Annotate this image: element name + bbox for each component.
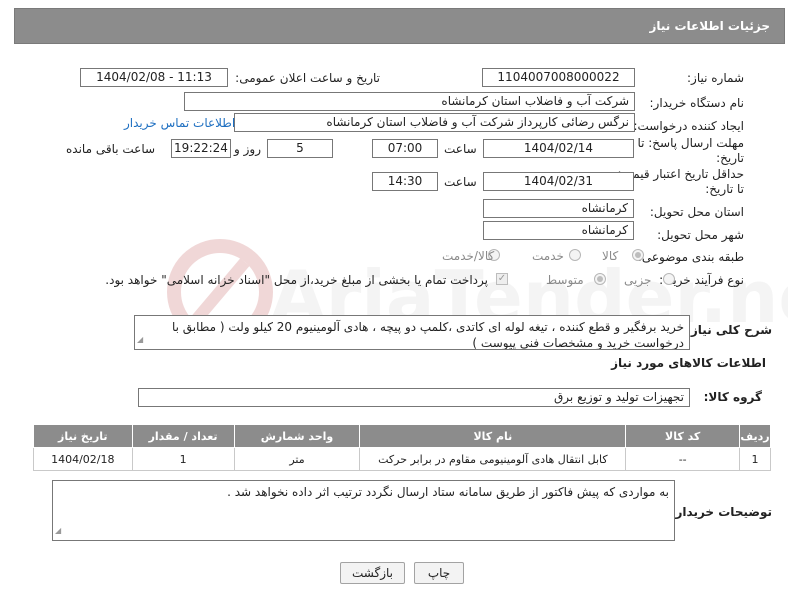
category-option-goods: کالا [602, 249, 619, 263]
cell-date: 1404/02/18 [33, 447, 133, 471]
goods-table: ردیف کد کالا نام کالا واحد شمارش تعداد /… [33, 424, 771, 471]
buyer-org-label: نام دستگاه خریدار: [649, 96, 745, 110]
process-radio-minor[interactable] [663, 273, 675, 285]
page-header: جزئیات اطلاعات نیاز [14, 8, 785, 44]
col-row-header: ردیف [739, 424, 771, 448]
buyer-contact-link[interactable]: اطلاعات تماس خریدار [124, 116, 235, 130]
province-field: کرمانشاه [483, 199, 634, 218]
province-label: استان محل تحویل: [649, 205, 744, 219]
need-number-field: 1104007008000022 [482, 68, 635, 87]
creator-field: نرگس رضائی کارپرداز شرکت آب و فاضلاب است… [234, 113, 635, 132]
remaining-time-field: 19:22:24 [171, 139, 231, 158]
category-radio-goods[interactable] [632, 249, 644, 261]
price-time-label: ساعت [444, 175, 477, 189]
category-radio-service[interactable] [569, 249, 581, 261]
deadline-date-field: 1404/02/14 [483, 139, 634, 158]
resize-grip-icon[interactable]: ◢ [55, 523, 61, 539]
need-number-label: شماره نیاز: [687, 71, 744, 85]
table-header-row: ردیف کد کالا نام کالا واحد شمارش تعداد /… [33, 424, 771, 448]
table-row[interactable]: 1 -- کابل انتقال هادی آلومینیومی مقاوم د… [33, 447, 771, 471]
cell-name: کابل انتقال هادی آلومینیومی مقاوم در برا… [359, 447, 627, 471]
col-qty-header: تعداد / مقدار [131, 424, 235, 448]
remaining-label: ساعت باقی مانده [66, 142, 156, 156]
col-code-header: کد کالا [625, 424, 741, 448]
announce-label: تاریخ و ساعت اعلان عمومی: [235, 71, 380, 85]
buyer-notes-label: توضیحات خریدار: [670, 505, 772, 519]
treasury-checkbox[interactable]: ✓ [496, 273, 508, 285]
announce-field: 1404/02/08 - 11:13 [80, 68, 228, 87]
print-button[interactable]: چاپ [414, 562, 464, 584]
buyer-org-field: شرکت آب و فاضلاب استان کرمانشاه [184, 92, 635, 111]
category-label: طبقه بندی موضوعی: [637, 250, 744, 264]
buyer-notes-text: به مواردی که پیش فاکتور از طریق سامانه س… [227, 485, 669, 499]
deadline-label: مهلت ارسال پاسخ: تا [637, 136, 744, 150]
payment-note: پرداخت تمام یا بخشی از مبلغ خرید،از محل … [105, 273, 488, 287]
description-label: شرح کلی نیاز: [686, 323, 772, 337]
days-label: روز و [234, 142, 261, 156]
goods-info-heading: اطلاعات کالاهای مورد نیاز [611, 356, 766, 370]
city-label: شهر محل تحویل: [657, 228, 744, 242]
process-option-medium: متوسط [546, 273, 584, 287]
col-unit-header: واحد شمارش [233, 424, 361, 448]
price-time-field: 14:30 [372, 172, 438, 191]
description-textarea[interactable]: خرید برفگیر و قطع کننده ، تیغه لوله ای ک… [134, 315, 690, 350]
category-option-service: خدمت [532, 249, 564, 263]
price-date-field: 1404/02/31 [483, 172, 634, 191]
goods-group-field: تجهیزات تولید و توزیع برق [138, 388, 690, 407]
category-option-both: کالا/خدمت [442, 249, 495, 263]
city-field: کرمانشاه [483, 221, 634, 240]
creator-label: ایجاد کننده درخواست: [633, 119, 744, 133]
page-title: جزئیات اطلاعات نیاز [649, 19, 770, 33]
deadline-label-2: تاریخ: [716, 151, 744, 165]
deadline-time-field: 07:00 [372, 139, 438, 158]
cell-row: 1 [739, 447, 771, 471]
col-date-header: تاریخ نیاز [33, 424, 133, 448]
description-text: خرید برفگیر و قطع کننده ، تیغه لوله ای ک… [171, 320, 684, 350]
cell-unit: متر [233, 447, 361, 471]
process-option-minor: جزیی [624, 273, 652, 287]
resize-grip-icon[interactable]: ◢ [137, 332, 143, 348]
price-validity-label-2: تا تاریخ: [705, 182, 744, 196]
col-name-header: نام کالا [359, 424, 627, 448]
cell-code: -- [625, 447, 741, 471]
process-radio-medium[interactable] [594, 273, 606, 285]
goods-group-label: گروه کالا: [703, 390, 762, 404]
deadline-time-label: ساعت [444, 142, 477, 156]
price-validity-label: حداقل تاریخ اعتبار قیمت: [617, 167, 744, 181]
cell-qty: 1 [131, 447, 235, 471]
back-button[interactable]: بازگشت [340, 562, 405, 584]
days-field: 5 [267, 139, 333, 158]
buyer-notes-textarea[interactable]: به مواردی که پیش فاکتور از طریق سامانه س… [52, 480, 675, 541]
